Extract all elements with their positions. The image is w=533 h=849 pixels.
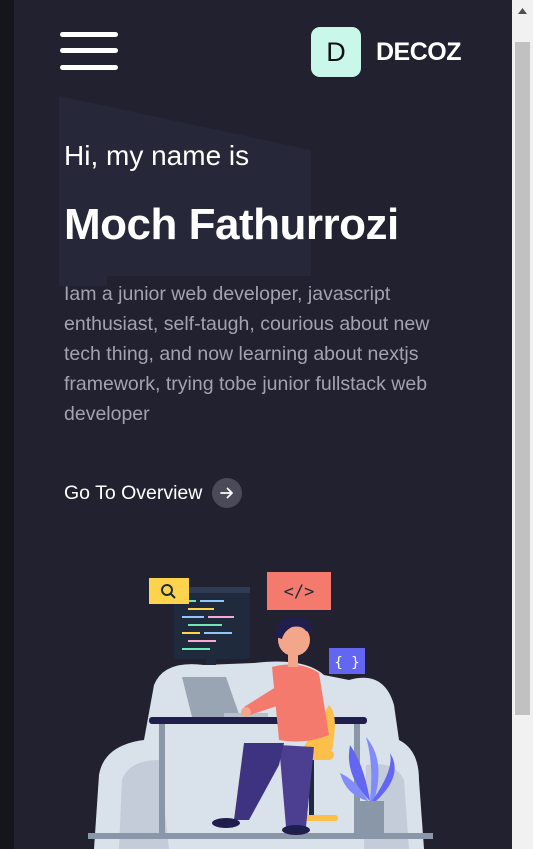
brand[interactable]: D DECOZ xyxy=(311,27,462,77)
hamburger-icon-bar xyxy=(60,65,118,70)
code-tag-text: </> xyxy=(284,582,315,602)
vertical-scrollbar[interactable] xyxy=(512,0,533,849)
scroll-up-arrow-icon[interactable] xyxy=(512,0,533,22)
braces-text: { } xyxy=(334,655,359,671)
brand-logo: D xyxy=(311,27,361,77)
hero-name: Moch Fathurrozi xyxy=(64,200,399,249)
brand-name: DECOZ xyxy=(376,37,462,66)
arrow-right-icon[interactable] xyxy=(212,478,243,508)
hamburger-menu-button[interactable] xyxy=(60,30,120,74)
hero-bio: Iam a junior web developer, javascript e… xyxy=(64,283,430,425)
cta-label: Go To Overview xyxy=(64,481,203,504)
hamburger-icon-bar xyxy=(60,32,118,37)
hamburger-icon-bar xyxy=(60,48,118,53)
search-icon xyxy=(149,578,189,604)
developer-illustration: </> { } xyxy=(88,572,433,849)
scrollbar-thumb[interactable] xyxy=(515,42,530,715)
greeting-text: Hi, my name is xyxy=(64,140,250,171)
window-left-edge xyxy=(0,0,14,849)
portfolio-page: D DECOZ Hi, my name is Moch Fathurrozi I… xyxy=(14,0,512,849)
go-to-overview-link[interactable]: Go To Overview xyxy=(64,478,243,508)
